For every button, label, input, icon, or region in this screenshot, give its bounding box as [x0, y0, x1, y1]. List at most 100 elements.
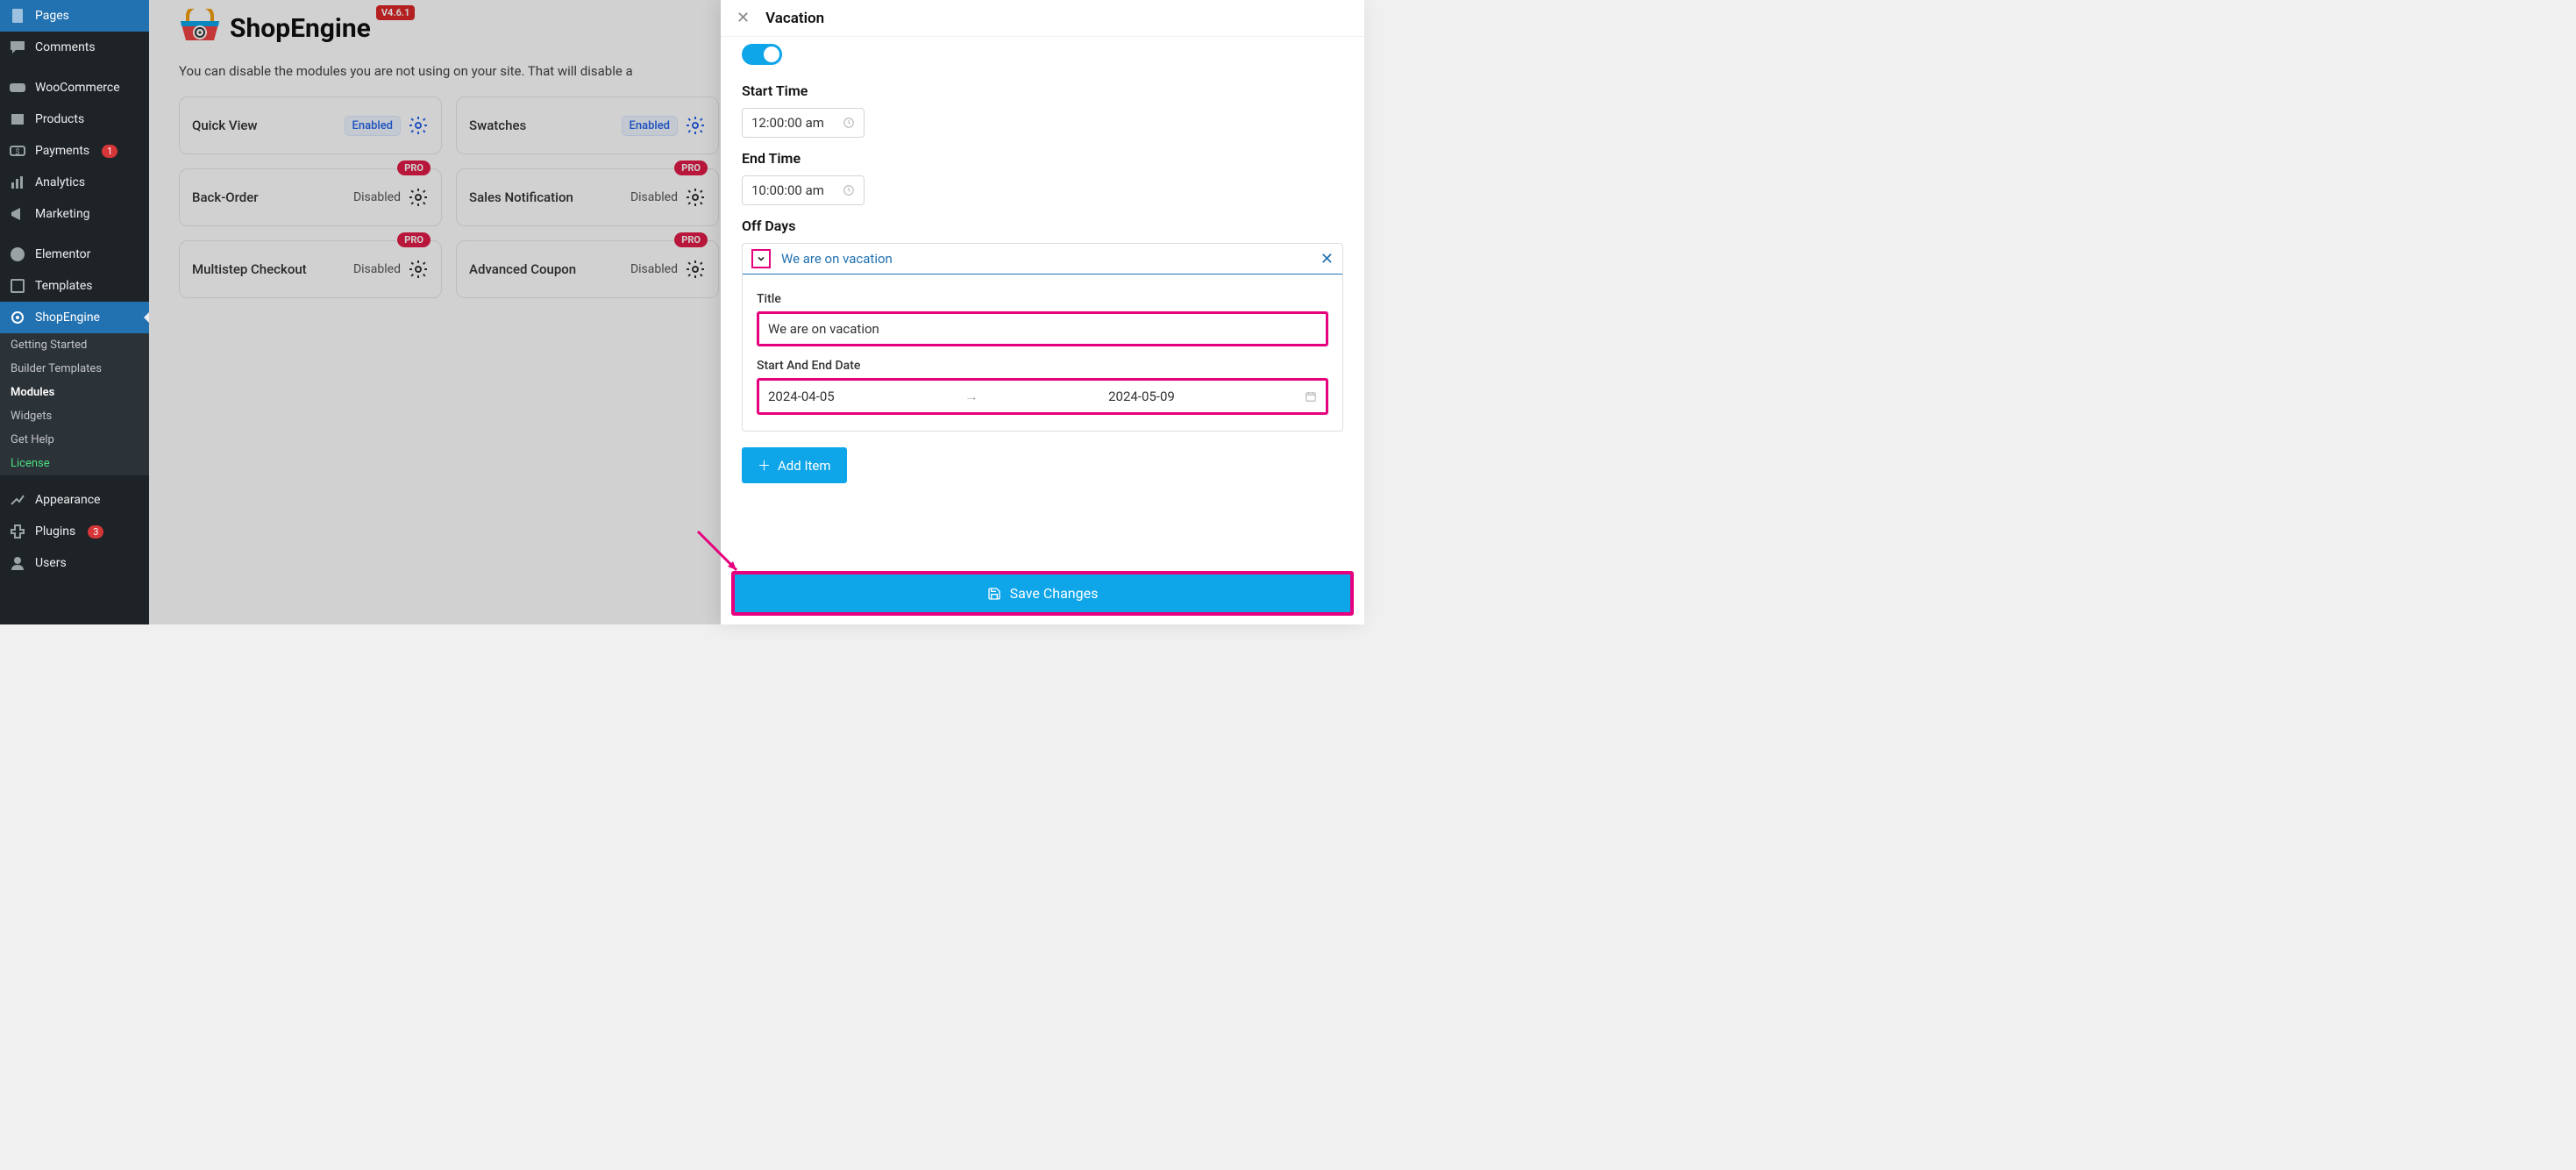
- module-card: PRO Back-Order Disabled: [179, 168, 442, 226]
- chevron-down-icon[interactable]: [751, 249, 771, 268]
- page-icon: [9, 7, 26, 25]
- svg-text:$: $: [15, 147, 19, 157]
- sub-modules[interactable]: Modules: [0, 381, 149, 404]
- payments-icon: $: [9, 142, 26, 160]
- analytics-icon: [9, 174, 26, 191]
- gear-icon[interactable]: [685, 115, 706, 136]
- module-status: Disabled: [353, 262, 401, 276]
- sub-widgets[interactable]: Widgets: [0, 404, 149, 428]
- sidebar-item-users[interactable]: Users: [0, 547, 149, 579]
- title-field-label: Title: [757, 292, 1328, 306]
- enable-toggle[interactable]: [742, 44, 782, 65]
- marketing-icon: [9, 205, 26, 223]
- woo-icon: [9, 79, 26, 96]
- module-card: PRO Advanced Coupon Disabled: [456, 240, 719, 298]
- drawer-body: Start Time 12:00:00 am End Time 10:00:00…: [721, 37, 1364, 564]
- module-card: PRO Multistep Checkout Disabled: [179, 240, 442, 298]
- sub-license[interactable]: License: [0, 452, 149, 475]
- start-time-input[interactable]: 12:00:00 am: [742, 108, 865, 138]
- sidebar-item-shopengine[interactable]: ShopEngine: [0, 302, 149, 333]
- plus-icon: ＋: [758, 456, 771, 474]
- admin-sidebar: Pages Comments WooCommerce Products $ Pa…: [0, 0, 149, 624]
- comment-icon: [9, 39, 26, 56]
- pro-badge: PRO: [397, 232, 431, 247]
- end-time-input[interactable]: 10:00:00 am: [742, 175, 865, 205]
- drawer-header: ✕ Vacation: [721, 0, 1364, 37]
- gear-icon[interactable]: [685, 187, 706, 208]
- date-field-label: Start And End Date: [757, 359, 1328, 373]
- module-status: Disabled: [353, 190, 401, 204]
- sidebar-item-label: Analytics: [35, 175, 85, 189]
- sub-get-help[interactable]: Get Help: [0, 428, 149, 452]
- badge-count: 1: [102, 145, 117, 158]
- module-name: Back-Order: [192, 189, 259, 205]
- products-icon: [9, 111, 26, 128]
- offdays-item: We are on vacation ✕ Title Start And End…: [742, 243, 1343, 432]
- module-name: Quick View: [192, 118, 258, 133]
- version-badge: V4.6.1: [376, 5, 416, 20]
- sidebar-item-comments[interactable]: Comments: [0, 32, 149, 63]
- module-status: Disabled: [630, 190, 678, 204]
- module-name: Sales Notification: [469, 189, 573, 205]
- sidebar-item-plugins[interactable]: Plugins 3: [0, 516, 149, 547]
- sidebar-item-templates[interactable]: Templates: [0, 270, 149, 302]
- module-status: Enabled: [622, 116, 679, 136]
- offdays-item-body: Title Start And End Date 2024-04-05 → 20…: [743, 275, 1342, 431]
- end-time-value: 10:00:00 am: [751, 182, 824, 198]
- sidebar-item-label: Elementor: [35, 247, 90, 261]
- start-time-label: Start Time: [742, 82, 1343, 99]
- add-item-button[interactable]: ＋ Add Item: [742, 447, 847, 483]
- offdays-item-title: We are on vacation: [781, 251, 893, 267]
- pro-badge: PRO: [674, 232, 708, 247]
- sidebar-item-products[interactable]: Products: [0, 103, 149, 135]
- sub-getting-started[interactable]: Getting Started: [0, 333, 149, 357]
- save-label: Save Changes: [1010, 585, 1099, 602]
- date-range-input[interactable]: 2024-04-05 → 2024-05-09: [757, 378, 1328, 415]
- gear-icon[interactable]: [408, 115, 429, 136]
- add-item-label: Add Item: [778, 458, 831, 474]
- sidebar-item-label: Marketing: [35, 207, 90, 221]
- module-name: Advanced Coupon: [469, 261, 576, 277]
- save-changes-button[interactable]: Save Changes: [731, 571, 1354, 616]
- drawer-title: Vacation: [765, 10, 824, 27]
- module-status: Enabled: [345, 116, 402, 136]
- title-input[interactable]: [757, 311, 1328, 346]
- gear-icon[interactable]: [408, 187, 429, 208]
- sidebar-item-payments[interactable]: $ Payments 1: [0, 135, 149, 167]
- module-status: Disabled: [630, 262, 678, 276]
- clock-icon: [843, 117, 855, 129]
- sub-builder-templates[interactable]: Builder Templates: [0, 357, 149, 381]
- offdays-item-header[interactable]: We are on vacation ✕: [743, 244, 1342, 275]
- sidebar-item-appearance[interactable]: Appearance: [0, 484, 149, 516]
- sidebar-item-woocommerce[interactable]: WooCommerce: [0, 72, 149, 103]
- sidebar-item-marketing[interactable]: Marketing: [0, 198, 149, 230]
- gear-icon[interactable]: [408, 259, 429, 280]
- badge-count: 3: [88, 525, 103, 539]
- module-name: Multistep Checkout: [192, 261, 307, 277]
- sidebar-item-label: Users: [35, 556, 67, 570]
- sidebar-item-pages[interactable]: Pages: [0, 0, 149, 32]
- remove-item-icon[interactable]: ✕: [1320, 250, 1334, 268]
- sidebar-item-label: Plugins: [35, 524, 75, 539]
- users-icon: [9, 554, 26, 572]
- brand-logo: ShopEngine V4.6.1: [175, 9, 415, 47]
- brand-name: ShopEngine: [230, 13, 371, 44]
- plugins-icon: [9, 523, 26, 540]
- sidebar-item-label: WooCommerce: [35, 81, 120, 95]
- save-icon: [987, 587, 1001, 601]
- arrow-right-icon: →: [964, 388, 978, 405]
- sidebar-item-label: Products: [35, 112, 84, 126]
- module-card: Swatches Enabled: [456, 96, 719, 154]
- gear-icon[interactable]: [685, 259, 706, 280]
- sidebar-submenu: Getting Started Builder Templates Module…: [0, 333, 149, 475]
- close-icon[interactable]: ✕: [737, 9, 750, 27]
- settings-drawer: ✕ Vacation Start Time 12:00:00 am End Ti…: [721, 0, 1364, 624]
- end-date-value: 2024-05-09: [1108, 389, 1175, 404]
- sidebar-item-analytics[interactable]: Analytics: [0, 167, 149, 198]
- module-card: Quick View Enabled: [179, 96, 442, 154]
- sidebar-item-label: ShopEngine: [35, 310, 100, 325]
- sidebar-item-label: Appearance: [35, 493, 100, 507]
- shopengine-icon: [9, 309, 26, 326]
- sidebar-item-elementor[interactable]: Elementor: [0, 239, 149, 270]
- pro-badge: PRO: [397, 161, 431, 175]
